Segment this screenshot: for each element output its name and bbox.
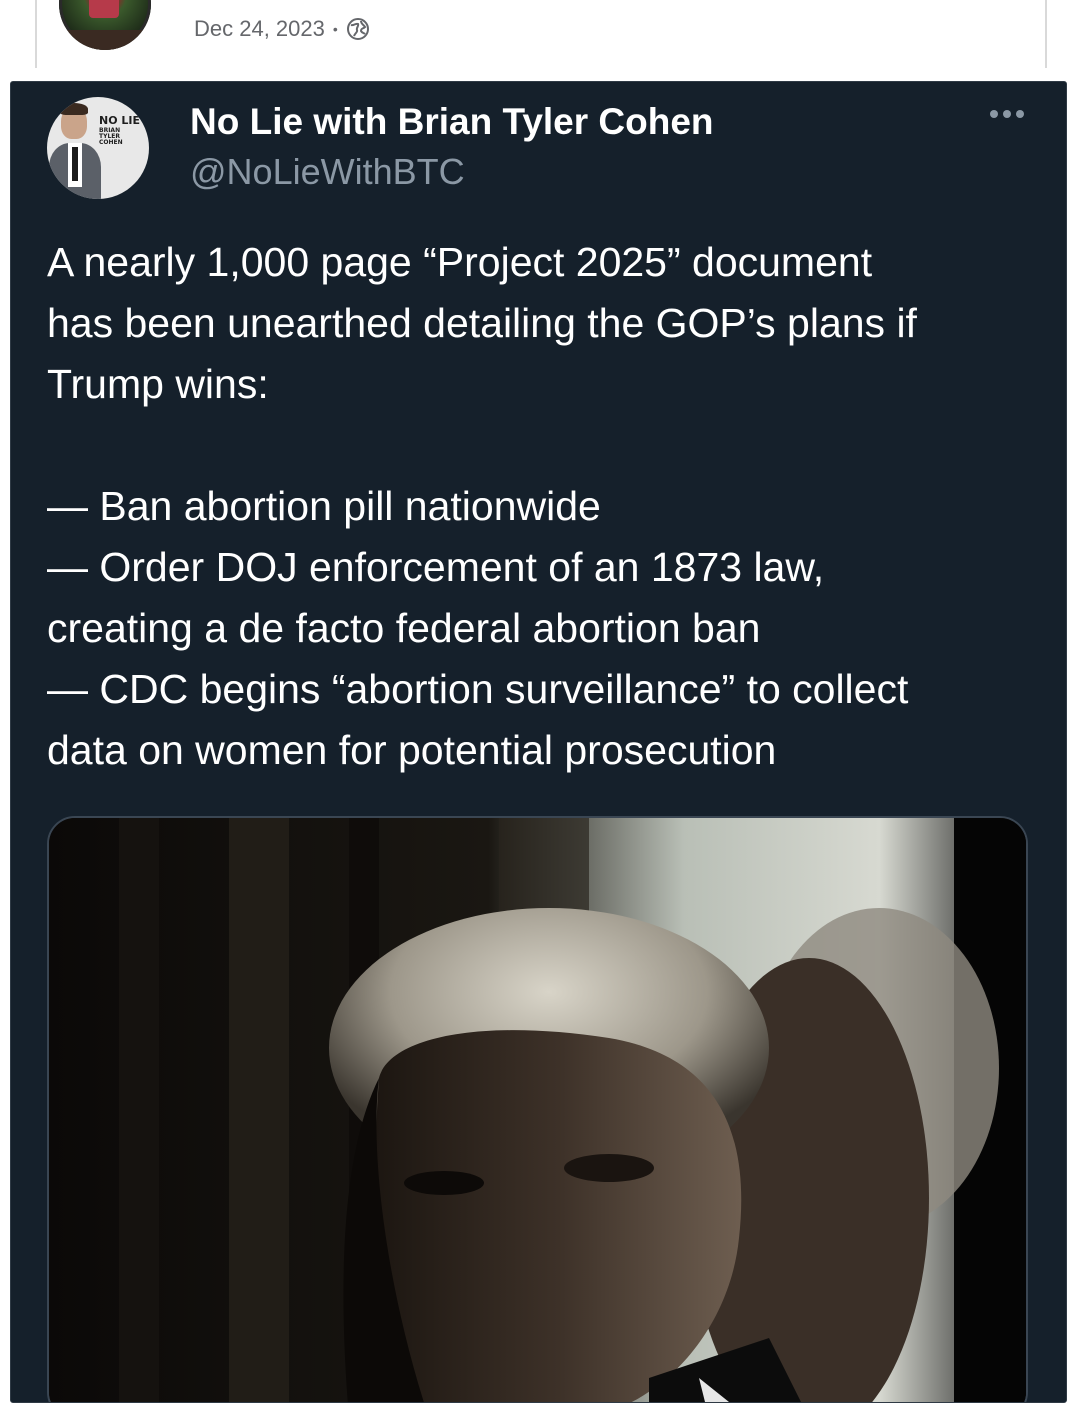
globe-icon[interactable] [346,17,370,41]
tweet-line: — CDC begins “abortion surveillance” to … [47,666,909,712]
tweet-line: — Order DOJ enforcement of an 1873 law, [47,544,825,590]
poster-avatar[interactable] [59,0,151,50]
more-dot [1016,110,1024,118]
post-date[interactable]: Dec 24, 2023 [194,16,325,42]
tweet-display-name[interactable]: No Lie with Brian Tyler Cohen [190,100,714,144]
more-horizontal-icon[interactable] [990,110,1024,118]
avatar-hair [60,103,88,115]
tweet-text: A nearly 1,000 page “Project 2025” docum… [47,232,1027,781]
tweet-line: Trump wins: [47,361,269,407]
outer-post-header: Dec 24, 2023 • [35,0,1047,68]
avatar-tie [72,147,78,181]
tweet-line: has been unearthed detailing the GOP’s p… [47,300,917,346]
more-dot [990,110,998,118]
screenshot-page: Dec 24, 2023 • NO LIE BRIAN TYLER COHEN [0,0,1080,1415]
tweet-line: — Ban abortion pill nationwide [47,483,601,529]
avatar-logo-line2: BRIAN TYLER COHEN [99,127,123,146]
tweet-line: data on women for potential prosecution [47,727,777,773]
more-dot [1003,110,1011,118]
post-meta: Dec 24, 2023 • [194,16,370,42]
tweet-card: NO LIE BRIAN TYLER COHEN No Lie with Bri… [10,81,1067,1403]
tweet-line: creating a de facto federal abortion ban [47,605,761,651]
avatar-logo-line1: NO LIE [99,114,141,127]
photo-illustration [49,818,1026,1402]
meta-separator: • [332,21,338,37]
avatar-logo: NO LIE BRIAN TYLER COHEN [99,115,143,146]
tweet-handle[interactable]: @NoLieWithBTC [190,150,465,194]
tweet-author-avatar[interactable]: NO LIE BRIAN TYLER COHEN [47,97,149,199]
tweet-line: A nearly 1,000 page “Project 2025” docum… [47,239,873,285]
tweet-media-photo[interactable] [47,816,1028,1402]
